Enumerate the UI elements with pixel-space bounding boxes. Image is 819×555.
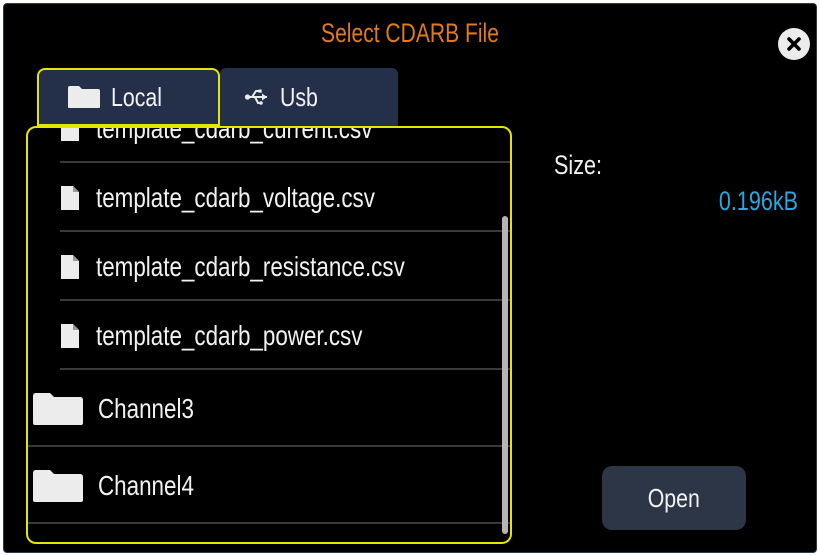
file-name: template_cdarb_resistance.csv: [96, 250, 405, 282]
open-button[interactable]: Open: [602, 466, 746, 530]
folder-icon: [68, 86, 100, 108]
tab-usb-label: Usb: [280, 81, 318, 112]
file-icon: [61, 185, 79, 210]
list-item-file[interactable]: template_cdarb_voltage.csv: [28, 163, 510, 232]
file-icon: [61, 254, 79, 279]
list-item-file[interactable]: template_cdarb_power.csv: [28, 301, 510, 370]
folder-icon: [33, 392, 83, 425]
size-label: Size:: [554, 150, 603, 180]
file-list-content: template_cdarb_current.csv template_cdar…: [28, 126, 510, 524]
scrollbar[interactable]: [502, 216, 508, 534]
file-name: template_cdarb_voltage.csv: [96, 181, 375, 213]
close-icon: [787, 37, 801, 51]
folder-name: Channel4: [98, 469, 194, 501]
file-list[interactable]: template_cdarb_current.csv template_cdar…: [26, 126, 512, 544]
list-item-file[interactable]: template_cdarb_current.csv: [28, 126, 510, 163]
dialog-title: Select CDARB File: [321, 18, 499, 48]
tab-usb[interactable]: Usb: [220, 68, 398, 126]
tab-local-label: Local: [111, 81, 162, 112]
file-select-dialog: Select CDARB File Local Usb template_cda…: [3, 3, 817, 553]
size-value: 0.196kB: [718, 186, 798, 216]
file-name: template_cdarb_current.csv: [96, 126, 373, 144]
folder-name: Channel3: [98, 392, 194, 424]
list-item-folder[interactable]: Channel3: [28, 370, 510, 447]
file-icon: [61, 128, 79, 141]
list-item-folder[interactable]: Channel4: [28, 447, 510, 524]
close-button[interactable]: [778, 28, 810, 60]
folder-icon: [33, 469, 83, 502]
open-button-label: Open: [647, 482, 701, 513]
tab-local[interactable]: Local: [37, 68, 220, 126]
file-name: template_cdarb_power.csv: [96, 319, 363, 351]
usb-icon: [244, 89, 267, 105]
file-icon: [61, 323, 79, 348]
list-item-file[interactable]: template_cdarb_resistance.csv: [28, 232, 510, 301]
